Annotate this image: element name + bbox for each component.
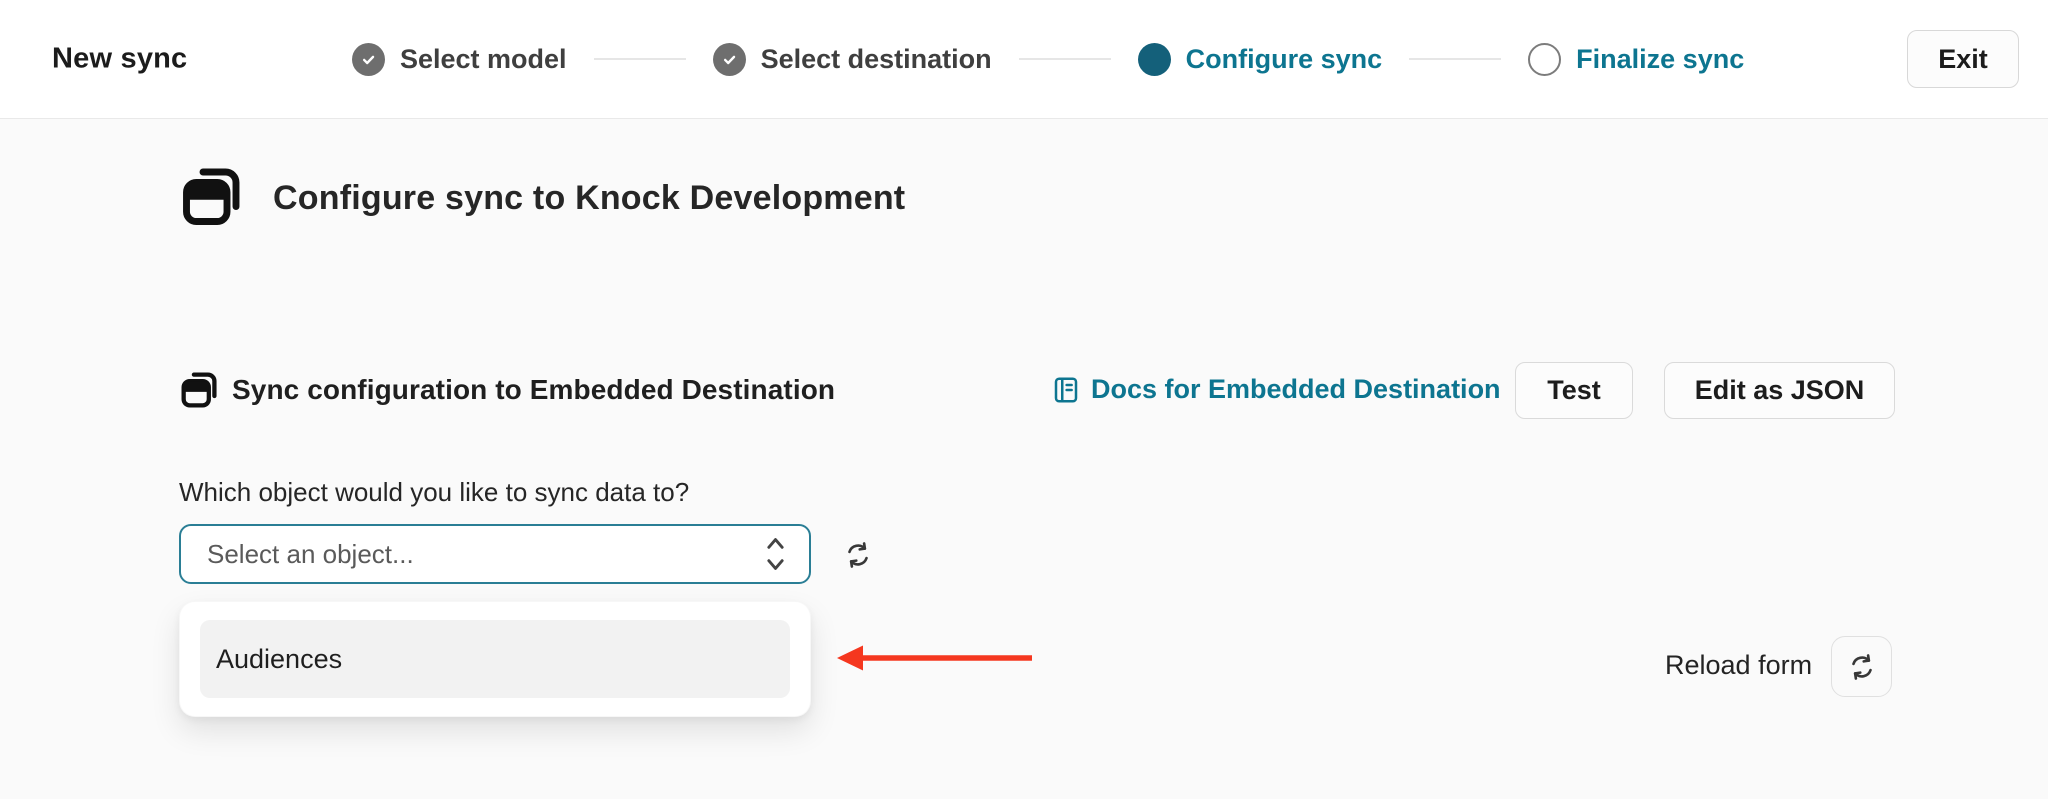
wizard-header: New sync Select model Select destination…	[0, 0, 2048, 119]
edit-as-json-button[interactable]: Edit as JSON	[1664, 362, 1895, 419]
arrows-clockwise-icon	[848, 542, 868, 568]
test-button[interactable]: Test	[1515, 362, 1633, 419]
check-circle-icon	[712, 42, 746, 76]
step-label: Finalize sync	[1576, 43, 1745, 74]
object-select-placeholder: Select an object...	[207, 538, 414, 569]
filled-circle-icon	[1137, 42, 1171, 76]
sync-windows-icon	[179, 369, 220, 410]
dropdown-option-audiences[interactable]: Audiences	[200, 620, 790, 698]
refresh-objects-button[interactable]	[843, 540, 873, 570]
reload-form-label: Reload form	[1665, 650, 1813, 680]
book-icon	[1054, 377, 1078, 402]
red-arrow-left-icon	[835, 642, 1037, 674]
arrows-clockwise-icon	[1851, 653, 1872, 680]
wizard-stepper: Select model Select destination Configur…	[352, 0, 1744, 118]
step-label: Select model	[400, 43, 567, 74]
step-select-destination[interactable]: Select destination	[712, 42, 992, 76]
docs-link-label: Docs for Embedded Destination	[1091, 374, 1501, 404]
exit-button[interactable]: Exit	[1907, 30, 2019, 88]
step-connector	[1018, 58, 1111, 60]
outline-circle-icon	[1528, 42, 1562, 76]
step-label: Configure sync	[1185, 43, 1383, 74]
page-title: New sync	[52, 42, 188, 75]
reload-form-button[interactable]	[1831, 636, 1892, 697]
step-configure-sync[interactable]: Configure sync	[1137, 42, 1383, 76]
docs-link[interactable]: Docs for Embedded Destination	[1051, 374, 1501, 405]
configure-sync-heading: Configure sync to Knock Development	[273, 179, 906, 217]
object-dropdown-menu: Audiences	[179, 601, 811, 717]
sync-windows-icon	[179, 163, 245, 229]
step-select-model[interactable]: Select model	[352, 42, 567, 76]
check-circle-icon	[352, 42, 385, 76]
object-select[interactable]: Select an object...	[179, 524, 811, 584]
section-title: Sync configuration to Embedded Destinati…	[232, 374, 836, 405]
step-finalize-sync[interactable]: Finalize sync	[1528, 42, 1745, 76]
object-question-label: Which object would you like to sync data…	[179, 477, 690, 507]
step-connector	[593, 58, 686, 60]
step-connector	[1409, 58, 1502, 60]
chevron-up-down-icon	[762, 534, 789, 574]
step-label: Select destination	[760, 43, 992, 74]
